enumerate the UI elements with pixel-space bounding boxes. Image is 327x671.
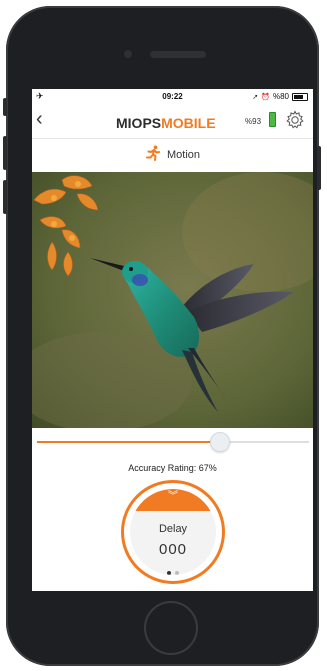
earpiece-speaker [150, 51, 206, 58]
live-view-photo [32, 172, 313, 428]
page-dots [130, 562, 216, 575]
gear-icon[interactable] [284, 109, 306, 136]
slider-filled-track [37, 441, 219, 443]
status-bar: ✈ 09:22 ➚ ⏰ %80 [32, 89, 313, 104]
mode-selector[interactable]: Motion [32, 140, 313, 170]
device-battery-label: %93 [245, 117, 262, 126]
power-button [317, 146, 321, 190]
status-right: ➚ ⏰ %80 [252, 92, 308, 101]
device-battery-icon [269, 112, 276, 127]
slider-thumb[interactable] [210, 432, 230, 452]
sensitivity-slider[interactable] [37, 432, 309, 452]
battery-percentage: %80 [272, 92, 289, 101]
delay-dial-face: ︾ Delay 000 [130, 489, 216, 575]
volume-down-button [3, 180, 7, 214]
battery-icon [292, 92, 308, 101]
accuracy-rating: Accuracy Rating: 67% [128, 463, 217, 473]
logo-text-miops: MIOPS [116, 115, 162, 131]
location-icon: ➚ [252, 93, 259, 101]
front-camera [124, 50, 132, 58]
alarm-icon: ⏰ [261, 93, 270, 101]
nav-bar: ‹ MIOPSMOBILE %93 [32, 104, 313, 139]
delay-label: Delay [158, 523, 188, 535]
mode-inner: Motion [145, 145, 200, 164]
mode-label: Motion [166, 148, 201, 161]
app-logo: MIOPSMOBILE [116, 115, 216, 131]
mute-switch [3, 98, 7, 116]
back-chevron-icon[interactable]: ‹ [36, 109, 43, 129]
running-man-icon [145, 145, 161, 164]
hummingbird-photo [32, 172, 313, 428]
home-button[interactable] [144, 601, 198, 655]
page-dot[interactable] [167, 571, 171, 575]
app-screen: ✈ 09:22 ➚ ⏰ %80 ‹ MIOPSMOBILE %93 Motion… [32, 89, 313, 591]
volume-up-button [3, 136, 7, 170]
logo-text-mobile: MOBILE [161, 115, 216, 131]
delay-value[interactable]: 000 [130, 541, 216, 558]
slider-empty-track [219, 441, 309, 443]
delay-dial[interactable]: ︾ Delay 000 [121, 480, 225, 584]
chevron-down-icon: ︾ [168, 491, 178, 502]
page-dot[interactable] [175, 571, 179, 575]
